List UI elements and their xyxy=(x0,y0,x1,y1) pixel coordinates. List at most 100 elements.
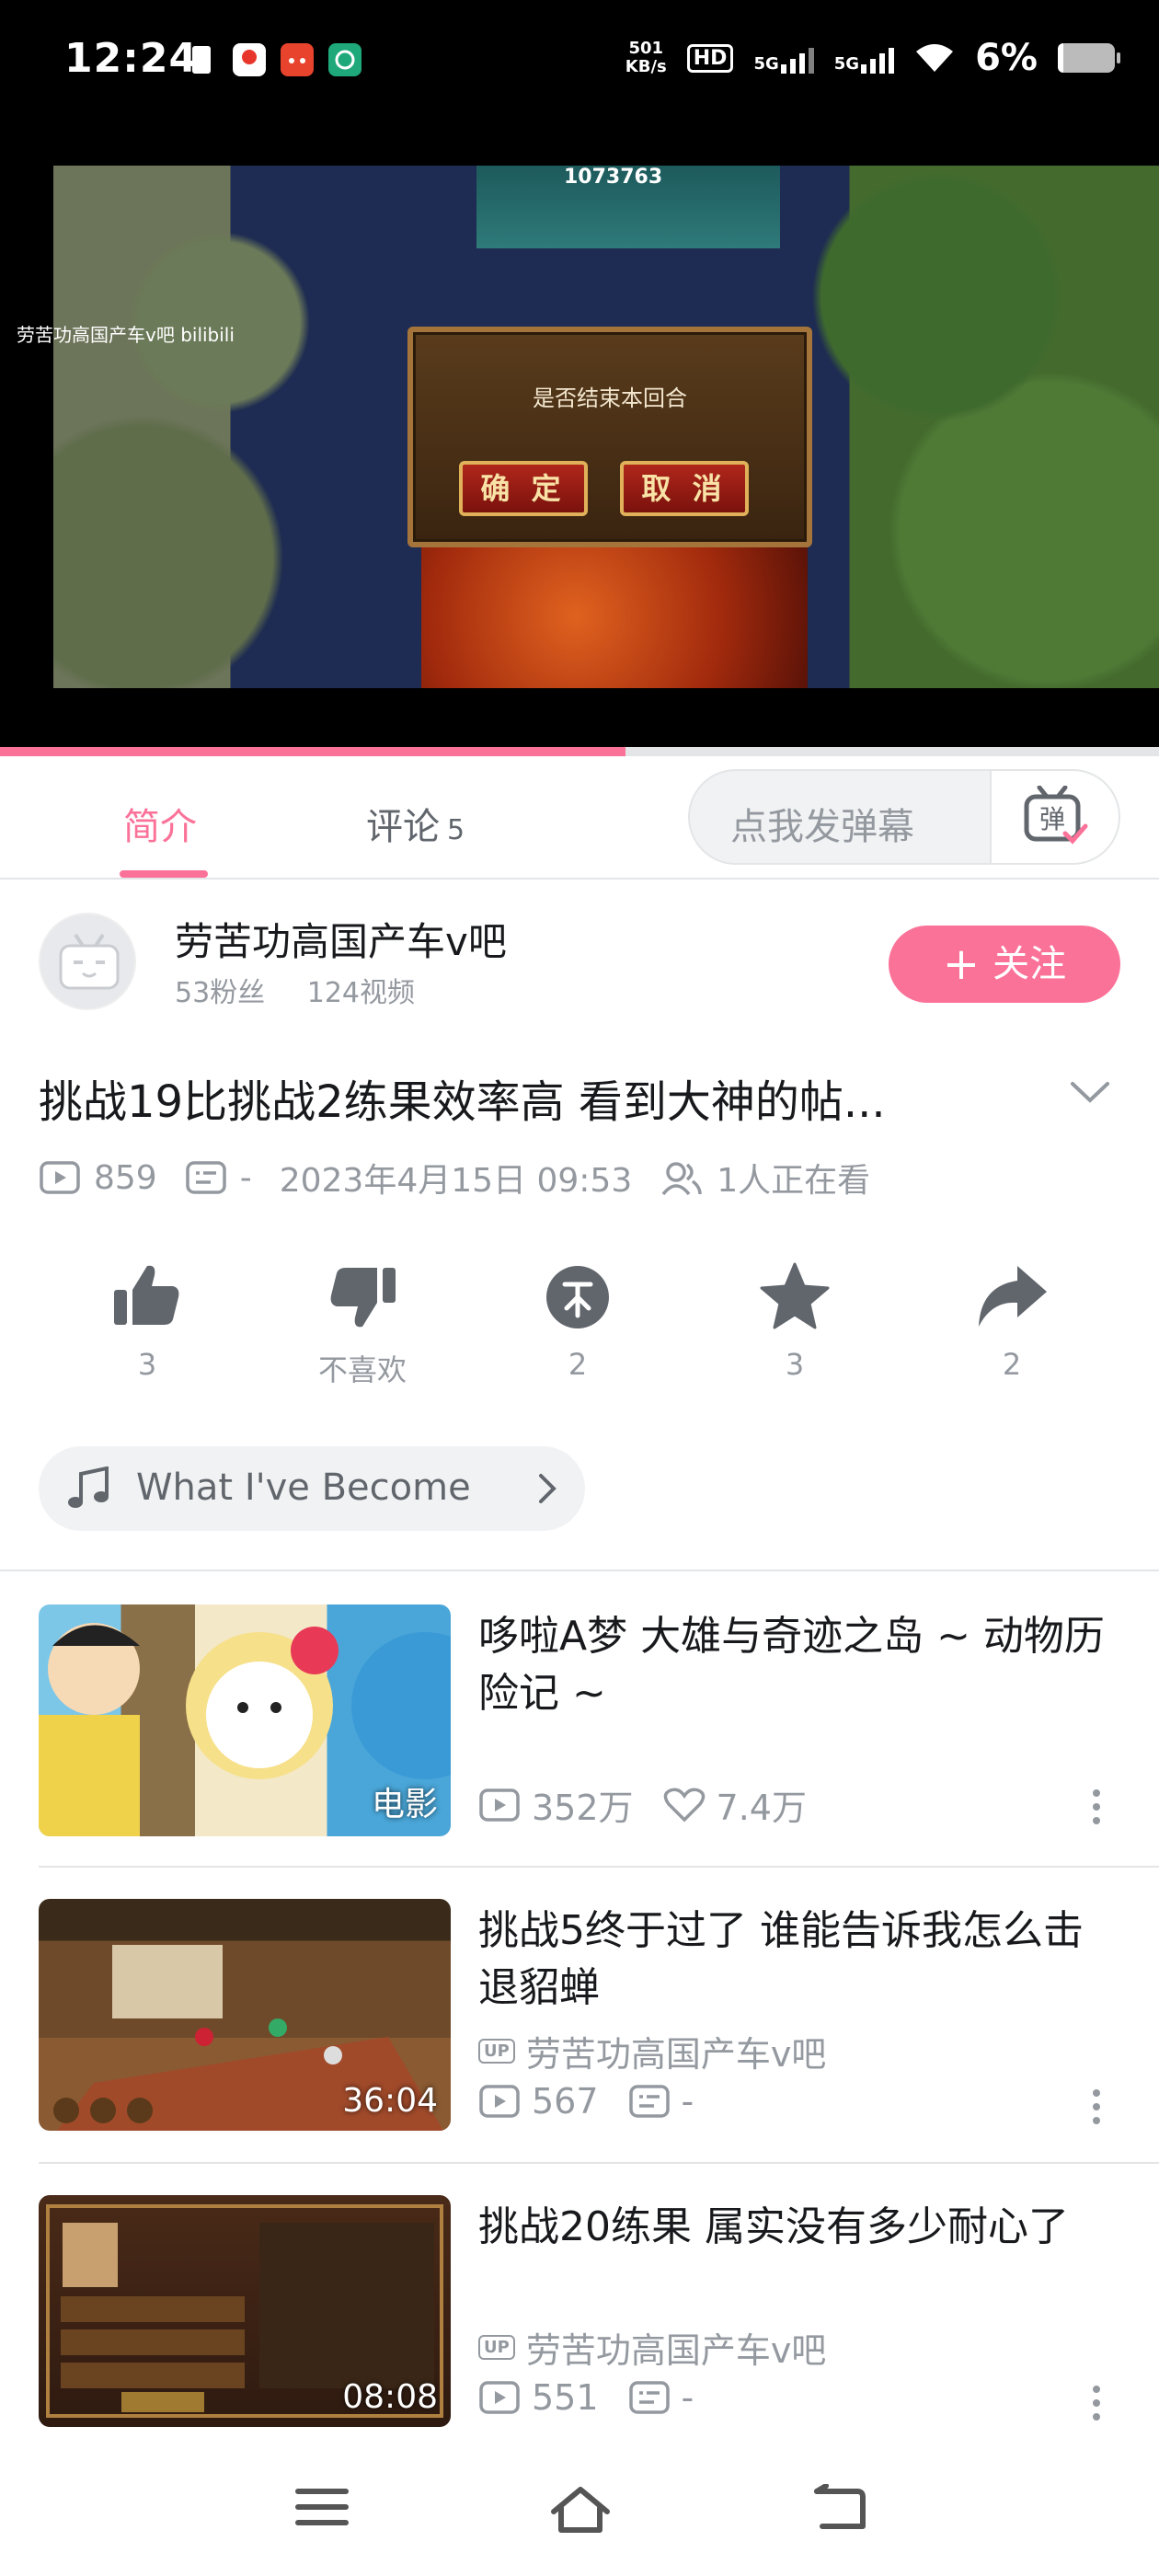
map-app-icon xyxy=(233,43,266,76)
menu-icon[interactable] xyxy=(294,2484,350,2530)
net-speed: 501 KB/s xyxy=(625,40,667,76)
play-count-icon xyxy=(40,1161,80,1194)
chevron-right-icon xyxy=(539,1474,557,1503)
game-dialog: 是否结束本回合 确 定 取 消 xyxy=(407,327,812,547)
tab-intro[interactable]: 简介 xyxy=(123,797,197,850)
chevron-down-icon[interactable] xyxy=(1069,1078,1111,1106)
system-nav-bar xyxy=(0,2447,1159,2576)
background-music-chip[interactable]: What I've Become xyxy=(39,1446,585,1531)
related-video-stats: 567 - xyxy=(478,2081,694,2122)
related-video-item[interactable]: 电影 哆啦A梦 大雄与奇迹之岛 ~ 动物历险记 ~ 352万 7.4万 xyxy=(0,1604,1159,1899)
coin-count: 2 xyxy=(568,1347,588,1382)
game-dialog-text: 是否结束本回合 xyxy=(533,385,687,411)
watching-count: 1人正在看 xyxy=(717,1162,871,1200)
danmaku-toggle-button[interactable]: 弹 xyxy=(990,771,1119,863)
related-views: 352万 xyxy=(532,1788,634,1828)
status-time: 12:24 xyxy=(64,35,199,82)
related-video-stats: 352万 7.4万 xyxy=(478,1779,807,1830)
star-icon xyxy=(760,1262,830,1329)
section-divider xyxy=(0,1570,1159,1571)
danmaku-toggle-icon: 弹 xyxy=(1024,786,1088,845)
signal-1: 5G xyxy=(753,42,814,74)
play-count-icon xyxy=(479,2381,520,2414)
more-options-icon[interactable] xyxy=(1089,1788,1104,1825)
share-button[interactable]: 2 xyxy=(938,1262,1085,1382)
thumbnail-badge: 电影 xyxy=(371,1786,438,1823)
video-thumbnail[interactable]: 36:04 xyxy=(39,1899,451,2131)
avatar[interactable] xyxy=(39,913,136,1010)
related-video-title[interactable]: 挑战20练果 属实没有多少耐心了 xyxy=(478,2199,1122,2256)
publish-date: 2023年4月15日 09:53 xyxy=(279,1162,633,1200)
signal-2-label: 5G xyxy=(833,54,860,74)
follow-label: 关注 xyxy=(993,943,1067,985)
video-frame[interactable]: 1073763 是否结束本回合 确 定 取 消 xyxy=(53,166,1159,688)
video-title[interactable]: 挑战19比挑战2练果效率高 看到大神的帖... xyxy=(39,1065,1014,1130)
game-hud-counter: 1073763 xyxy=(564,166,663,189)
game-cancel-button: 取 消 xyxy=(620,461,749,516)
status-right: 501 KB/s HD 5G 5G 6% xyxy=(625,37,1120,79)
like-count: 3 xyxy=(137,1347,157,1382)
play-count-icon xyxy=(479,1788,520,1822)
video-meta: 859 - 2023年4月15日 09:53 1人正在看 xyxy=(39,1154,870,1202)
coin-icon xyxy=(546,1266,609,1328)
uploader-fans: 53粉丝 xyxy=(175,977,266,1009)
favorite-count: 3 xyxy=(785,1347,805,1382)
video-thumbnail[interactable]: 08:08 xyxy=(39,2195,451,2427)
signal-2: 5G xyxy=(833,42,895,74)
related-video-title[interactable]: 挑战5终于过了 谁能告诉我怎么击退貂蝉 xyxy=(478,1903,1122,2017)
follow-button[interactable]: + 关注 xyxy=(889,926,1120,1003)
coin-button[interactable]: 2 xyxy=(504,1262,651,1382)
game-lava xyxy=(421,543,808,688)
more-options-icon[interactable] xyxy=(1089,2088,1104,2125)
related-video-uploader: UP 劳苦功高国产车v吧 xyxy=(478,2026,826,2076)
music-title: What I've Become xyxy=(136,1466,471,1509)
viewers-icon xyxy=(661,1162,702,1196)
sim-icon xyxy=(192,46,211,74)
game-confirm-button: 确 定 xyxy=(459,461,588,516)
video-progress-fill xyxy=(0,747,626,756)
related-video-item[interactable]: 08:08 挑战20练果 属实没有多少耐心了 UP 劳苦功高国产车v吧 551 … xyxy=(0,2195,1159,2490)
home-icon[interactable] xyxy=(548,2484,613,2536)
related-video-title[interactable]: 哆啦A梦 大雄与奇迹之岛 ~ 动物历险记 ~ xyxy=(478,1608,1122,1722)
uploader-row: 劳苦功高国产车v吧 53粉丝 124视频 + 关注 xyxy=(0,911,1159,1021)
share-arrow-icon xyxy=(979,1266,1047,1327)
related-video-item[interactable]: 36:04 挑战5终于过了 谁能告诉我怎么击退貂蝉 UP 劳苦功高国产车v吧 5… xyxy=(0,1899,1159,2193)
like-button[interactable]: 3 xyxy=(74,1262,221,1382)
danmaku-count-icon xyxy=(628,2085,670,2118)
tab-comments-label: 评论 xyxy=(366,806,440,848)
video-progress-bar[interactable] xyxy=(0,747,1159,756)
hd-badge: HD xyxy=(686,43,734,73)
back-icon[interactable] xyxy=(809,2484,868,2532)
danmaku-input[interactable]: 点我发弹幕 弹 xyxy=(688,769,1120,865)
notification-icons xyxy=(184,42,362,77)
related-video-stats: 551 - xyxy=(478,2377,694,2418)
favorite-button[interactable]: 3 xyxy=(721,1262,868,1382)
related-views: 567 xyxy=(532,2081,599,2122)
uploader-name[interactable]: 劳苦功高国产车v吧 xyxy=(175,911,507,967)
video-thumbnail[interactable]: 电影 xyxy=(39,1604,451,1836)
up-badge-icon: UP xyxy=(478,2039,515,2064)
related-danmaku: - xyxy=(681,2081,694,2122)
danmaku-placeholder: 点我发弹幕 xyxy=(730,806,914,848)
play-count-icon xyxy=(479,2085,520,2118)
related-likes: 7.4万 xyxy=(716,1788,807,1828)
danmaku-count: - xyxy=(239,1158,252,1197)
uploader-stats: 53粉丝 124视频 xyxy=(175,970,448,1010)
dislike-button[interactable]: 不喜欢 xyxy=(289,1262,436,1389)
status-bar: 12:24 501 KB/s HD 5G 5G 6% xyxy=(0,0,1159,129)
dislike-label: 不喜欢 xyxy=(317,1352,407,1387)
shop-app-icon xyxy=(281,43,314,76)
thumbs-down-icon xyxy=(330,1268,396,1328)
wifi-icon xyxy=(916,44,954,72)
related-uploader-name: 劳苦功高国产车v吧 xyxy=(525,2034,827,2075)
music-note-icon xyxy=(68,1466,109,1508)
tab-comments-count: 5 xyxy=(447,814,465,846)
share-count: 2 xyxy=(1002,1347,1022,1382)
tab-comments[interactable]: 评论 5 xyxy=(366,797,465,850)
wifi-app-icon xyxy=(328,43,361,76)
action-bar: 3 不喜欢 2 3 2 xyxy=(0,1262,1159,1400)
video-player[interactable]: 1073763 是否结束本回合 确 定 取 消 劳苦功高国产车v吧 bilibi… xyxy=(0,129,1159,754)
list-divider xyxy=(39,2162,1159,2164)
uploader-video-count: 124视频 xyxy=(306,977,415,1009)
more-options-icon[interactable] xyxy=(1089,2385,1104,2421)
